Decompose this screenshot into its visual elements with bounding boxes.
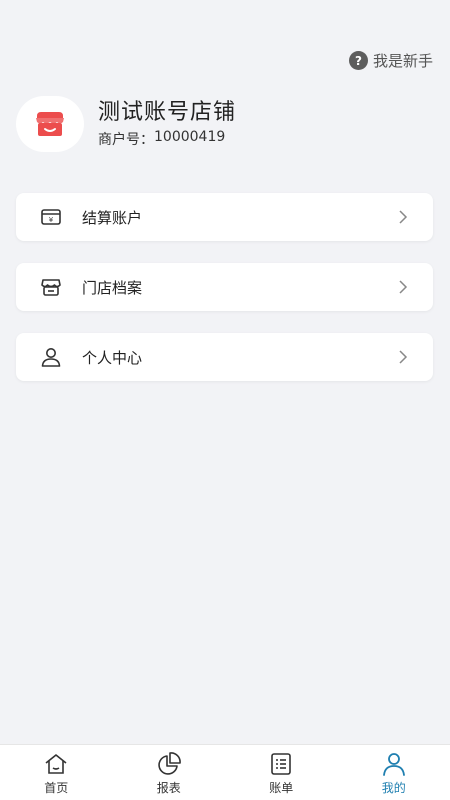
tab-label: 账单 [269, 781, 294, 795]
svg-text:¥: ¥ [49, 216, 54, 224]
bottom-tab-bar: 首页 报表 账单 我的 [0, 744, 450, 800]
pie-chart-icon [158, 752, 181, 775]
menu-item-settlement-account[interactable]: ¥ 结算账户 [16, 193, 433, 241]
merchant-label: 商户号： [98, 132, 154, 148]
menu-item-personal-center[interactable]: 个人中心 [16, 333, 433, 381]
profile-header: 测试账号店铺 商户号： 10000419 [16, 96, 236, 152]
help-link[interactable]: ? 我是新手 [348, 50, 433, 71]
menu-item-store-profile[interactable]: 门店档案 [16, 263, 433, 311]
tab-bills[interactable]: 账单 [225, 745, 338, 800]
question-circle-icon: ? [348, 51, 368, 70]
chevron-right-icon [399, 280, 408, 294]
help-label: 我是新手 [372, 52, 433, 70]
user-icon [40, 346, 62, 368]
menu-label: 门店档案 [82, 278, 143, 297]
tab-label: 报表 [156, 781, 181, 795]
tab-home[interactable]: 首页 [0, 745, 113, 800]
home-icon [45, 754, 67, 774]
shop-name: 测试账号店铺 [98, 100, 237, 125]
merchant-id: 10000419 [154, 129, 226, 145]
tab-label: 首页 [44, 781, 69, 795]
merchant-id-row: 商户号： 10000419 [98, 129, 236, 149]
chevron-right-icon [399, 210, 408, 224]
avatar [16, 96, 84, 152]
wallet-icon: ¥ [40, 206, 62, 228]
store-icon [40, 276, 62, 298]
menu-label: 个人中心 [82, 348, 143, 367]
chevron-right-icon [399, 350, 408, 364]
tab-mine[interactable]: 我的 [338, 745, 450, 800]
menu-label: 结算账户 [82, 208, 143, 227]
person-icon [382, 753, 405, 776]
list-icon [271, 753, 292, 775]
tab-reports[interactable]: 报表 [113, 745, 226, 800]
tab-label: 我的 [381, 781, 406, 795]
shop-icon [36, 112, 64, 136]
